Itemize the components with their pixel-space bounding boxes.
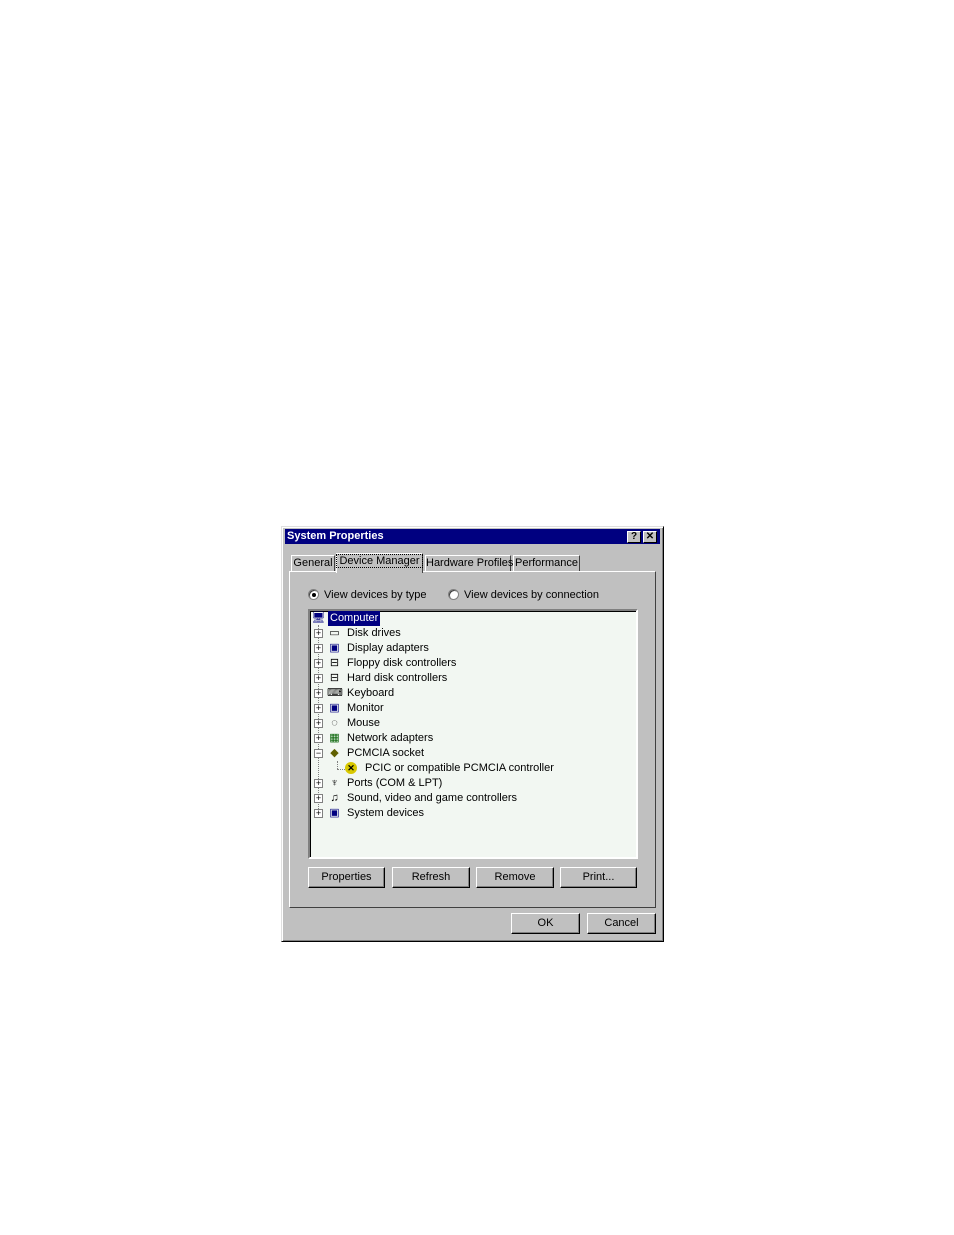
tree-item-label: Keyboard: [347, 687, 395, 699]
remove-button[interactable]: Remove: [476, 867, 554, 888]
keyboard-icon: ⌨: [327, 687, 343, 699]
close-button[interactable]: ✕: [643, 531, 657, 543]
refresh-button[interactable]: Refresh: [392, 867, 470, 888]
help-button[interactable]: ?: [627, 531, 641, 543]
tree-item-label: Hard disk controllers: [347, 672, 448, 684]
expand-icon[interactable]: +: [314, 779, 323, 788]
tab-performance[interactable]: Performance: [513, 555, 580, 571]
tree-item-label: Network adapters: [347, 732, 434, 744]
radio-selected-icon: [308, 589, 319, 600]
disk-drive-icon: ▭: [329, 627, 340, 639]
tree-item-label: Sound, video and game controllers: [347, 792, 517, 804]
title-bar[interactable]: System Properties ? ✕: [285, 529, 660, 544]
tab-device-manager-label: Device Manager: [336, 554, 423, 568]
display-adapter-icon: ▣: [329, 642, 340, 654]
tab-hardware-profiles-label: Hardware Profiles: [426, 557, 514, 569]
tab-performance-label: Performance: [515, 557, 578, 569]
expand-icon[interactable]: +: [314, 734, 323, 743]
cancel-button[interactable]: Cancel: [587, 913, 656, 934]
expand-icon[interactable]: +: [314, 704, 323, 713]
expand-icon[interactable]: +: [314, 809, 323, 818]
tree-child-branch-line: [337, 769, 345, 770]
expand-icon[interactable]: +: [314, 659, 323, 668]
system-properties-dialog: System Properties ? ✕ General Device Man…: [281, 526, 664, 942]
tree-item-label: Floppy disk controllers: [347, 657, 457, 669]
tab-device-manager[interactable]: Device Manager: [336, 553, 423, 573]
disabled-device-icon: ✕: [345, 762, 357, 774]
mouse-icon: ◌: [331, 717, 338, 729]
tree-child-connector-line: [337, 761, 338, 769]
view-by-connection-label: View devices by connection: [464, 589, 599, 601]
expand-icon[interactable]: +: [314, 674, 323, 683]
device-tree[interactable]: 🖥 Computer + ▭ Disk drives + ▣ Display a…: [308, 609, 638, 859]
collapse-icon[interactable]: −: [314, 749, 323, 758]
tree-item-label: PCIC or compatible PCMCIA controller: [365, 762, 554, 774]
expand-icon[interactable]: +: [314, 644, 323, 653]
tree-item-label: Display adapters: [347, 642, 429, 654]
tab-general[interactable]: General: [291, 555, 335, 571]
tree-item-label: PCMCIA socket: [347, 747, 425, 759]
hard-disk-controller-icon: ⊟: [329, 672, 340, 684]
properties-button[interactable]: Properties: [308, 867, 385, 888]
computer-icon: 🖥: [311, 612, 326, 624]
system-devices-icon: ▣: [329, 807, 340, 819]
floppy-controller-icon: ⊟: [329, 657, 340, 669]
radio-unselected-icon: [448, 589, 459, 600]
tree-item-label: Monitor: [347, 702, 384, 714]
port-icon: ♆: [330, 777, 339, 789]
ok-button[interactable]: OK: [511, 913, 580, 934]
window-title: System Properties: [287, 530, 384, 542]
monitor-icon: ▣: [329, 702, 340, 714]
tree-root-label: Computer: [328, 611, 381, 626]
expand-icon[interactable]: +: [314, 794, 323, 803]
sound-controller-icon: ♫: [330, 792, 339, 804]
tree-item-label: Disk drives: [347, 627, 401, 639]
expand-icon[interactable]: +: [314, 719, 323, 728]
tree-item-label: Mouse: [347, 717, 381, 729]
pcmcia-icon: ◆: [330, 747, 339, 759]
tree-item-label: System devices: [347, 807, 425, 819]
tab-hardware-profiles[interactable]: Hardware Profiles: [425, 555, 514, 571]
tree-item-label: Ports (COM & LPT): [347, 777, 443, 789]
expand-icon[interactable]: +: [314, 689, 323, 698]
network-adapter-icon: ▦: [329, 732, 340, 744]
tab-general-label: General: [293, 557, 333, 569]
view-by-type-label: View devices by type: [324, 589, 427, 601]
print-button[interactable]: Print...: [560, 867, 637, 888]
expand-icon[interactable]: +: [314, 629, 323, 638]
